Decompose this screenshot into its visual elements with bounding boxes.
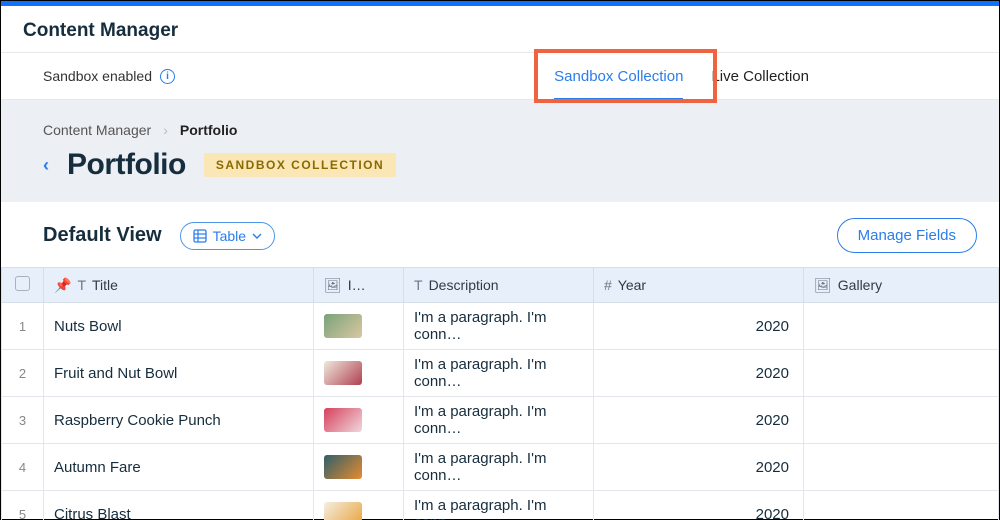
view-name: Default View xyxy=(43,224,162,247)
gallery-icon: 🖼 xyxy=(814,277,832,294)
manage-fields-button[interactable]: Manage Fields xyxy=(837,218,977,253)
cell-image[interactable] xyxy=(314,491,404,520)
checkbox-icon[interactable] xyxy=(15,276,30,291)
table-row[interactable]: 3Raspberry Cookie Punch I'm a paragraph. … xyxy=(2,397,999,444)
cell-title[interactable]: Nuts Bowl xyxy=(44,303,314,350)
thumbnail-image xyxy=(324,408,362,432)
row-number: 3 xyxy=(2,397,44,444)
cell-gallery[interactable] xyxy=(804,350,999,397)
thumbnail-image xyxy=(324,455,362,479)
chevron-right-icon: › xyxy=(163,122,168,138)
collection-mode-badge: SANDBOX COLLECTION xyxy=(204,153,396,177)
table-row[interactable]: 1Nuts Bowl I'm a paragraph. I'm conn…2020 xyxy=(2,303,999,350)
sandbox-enabled-label: Sandbox enabled xyxy=(43,68,152,84)
col-description: TDescription xyxy=(404,268,594,303)
cell-year[interactable]: 2020 xyxy=(594,397,804,444)
breadcrumb-root[interactable]: Content Manager xyxy=(43,122,151,138)
subheader-bar: Sandbox enabled i Sandbox Collection Liv… xyxy=(1,52,999,100)
cell-year[interactable]: 2020 xyxy=(594,303,804,350)
col-title: 📌TTitle xyxy=(44,268,314,303)
cell-title[interactable]: Citrus Blast xyxy=(44,491,314,520)
cell-year[interactable]: 2020 xyxy=(594,350,804,397)
cell-description[interactable]: I'm a paragraph. I'm conn… xyxy=(404,397,594,444)
col-image: 🖼I… xyxy=(314,268,404,303)
cell-image[interactable] xyxy=(314,350,404,397)
pin-icon: 📌 xyxy=(54,277,71,294)
breadcrumb: Content Manager › Portfolio xyxy=(43,122,957,138)
cell-image[interactable] xyxy=(314,303,404,350)
tab-live-collection[interactable]: Live Collection xyxy=(711,53,809,99)
cell-description[interactable]: I'm a paragraph. I'm conn… xyxy=(404,444,594,491)
cell-description[interactable]: I'm a paragraph. I'm conn… xyxy=(404,491,594,520)
cell-title[interactable]: Raspberry Cookie Punch xyxy=(44,397,314,444)
info-icon[interactable]: i xyxy=(160,69,175,84)
data-table: 📌TTitle 🖼I… TDescription #Year 🖼Gallery … xyxy=(1,267,999,520)
text-icon: T xyxy=(414,277,423,293)
number-icon: # xyxy=(604,277,612,293)
cell-description[interactable]: I'm a paragraph. I'm conn… xyxy=(404,303,594,350)
text-icon: T xyxy=(77,277,86,293)
back-button[interactable]: ‹ xyxy=(43,155,49,176)
table-row[interactable]: 2Fruit and Nut Bowl I'm a paragraph. I'm … xyxy=(2,350,999,397)
cell-gallery[interactable] xyxy=(804,303,999,350)
cell-year[interactable]: 2020 xyxy=(594,491,804,520)
cell-image[interactable] xyxy=(314,444,404,491)
cell-gallery[interactable] xyxy=(804,397,999,444)
table-icon xyxy=(193,229,207,243)
cell-title[interactable]: Autumn Fare xyxy=(44,444,314,491)
row-number: 4 xyxy=(2,444,44,491)
row-number: 1 xyxy=(2,303,44,350)
tab-sandbox-collection[interactable]: Sandbox Collection xyxy=(554,53,683,99)
thumbnail-image xyxy=(324,502,362,520)
col-year: #Year xyxy=(594,268,804,303)
cell-description[interactable]: I'm a paragraph. I'm conn… xyxy=(404,350,594,397)
select-all-header[interactable] xyxy=(2,268,44,303)
cell-gallery[interactable] xyxy=(804,491,999,520)
breadcrumb-area: Content Manager › Portfolio ‹ Portfolio … xyxy=(1,100,999,202)
thumbnail-image xyxy=(324,314,362,338)
table-row[interactable]: 5Citrus Blast I'm a paragraph. I'm conn…2… xyxy=(2,491,999,520)
page-title: Portfolio xyxy=(67,148,186,182)
col-gallery: 🖼Gallery xyxy=(804,268,999,303)
table-row[interactable]: 4Autumn Fare I'm a paragraph. I'm conn…20… xyxy=(2,444,999,491)
chevron-down-icon xyxy=(252,231,262,241)
thumbnail-image xyxy=(324,361,362,385)
cell-gallery[interactable] xyxy=(804,444,999,491)
cell-image[interactable] xyxy=(314,397,404,444)
row-number: 2 xyxy=(2,350,44,397)
view-toolbar: Default View Table Manage Fields xyxy=(1,202,999,267)
breadcrumb-current: Portfolio xyxy=(180,122,238,138)
cell-title[interactable]: Fruit and Nut Bowl xyxy=(44,350,314,397)
image-icon: 🖼 xyxy=(324,277,342,294)
view-type-selector[interactable]: Table xyxy=(180,222,275,250)
cell-year[interactable]: 2020 xyxy=(594,444,804,491)
app-title: Content Manager xyxy=(1,6,999,52)
row-number: 5 xyxy=(2,491,44,520)
